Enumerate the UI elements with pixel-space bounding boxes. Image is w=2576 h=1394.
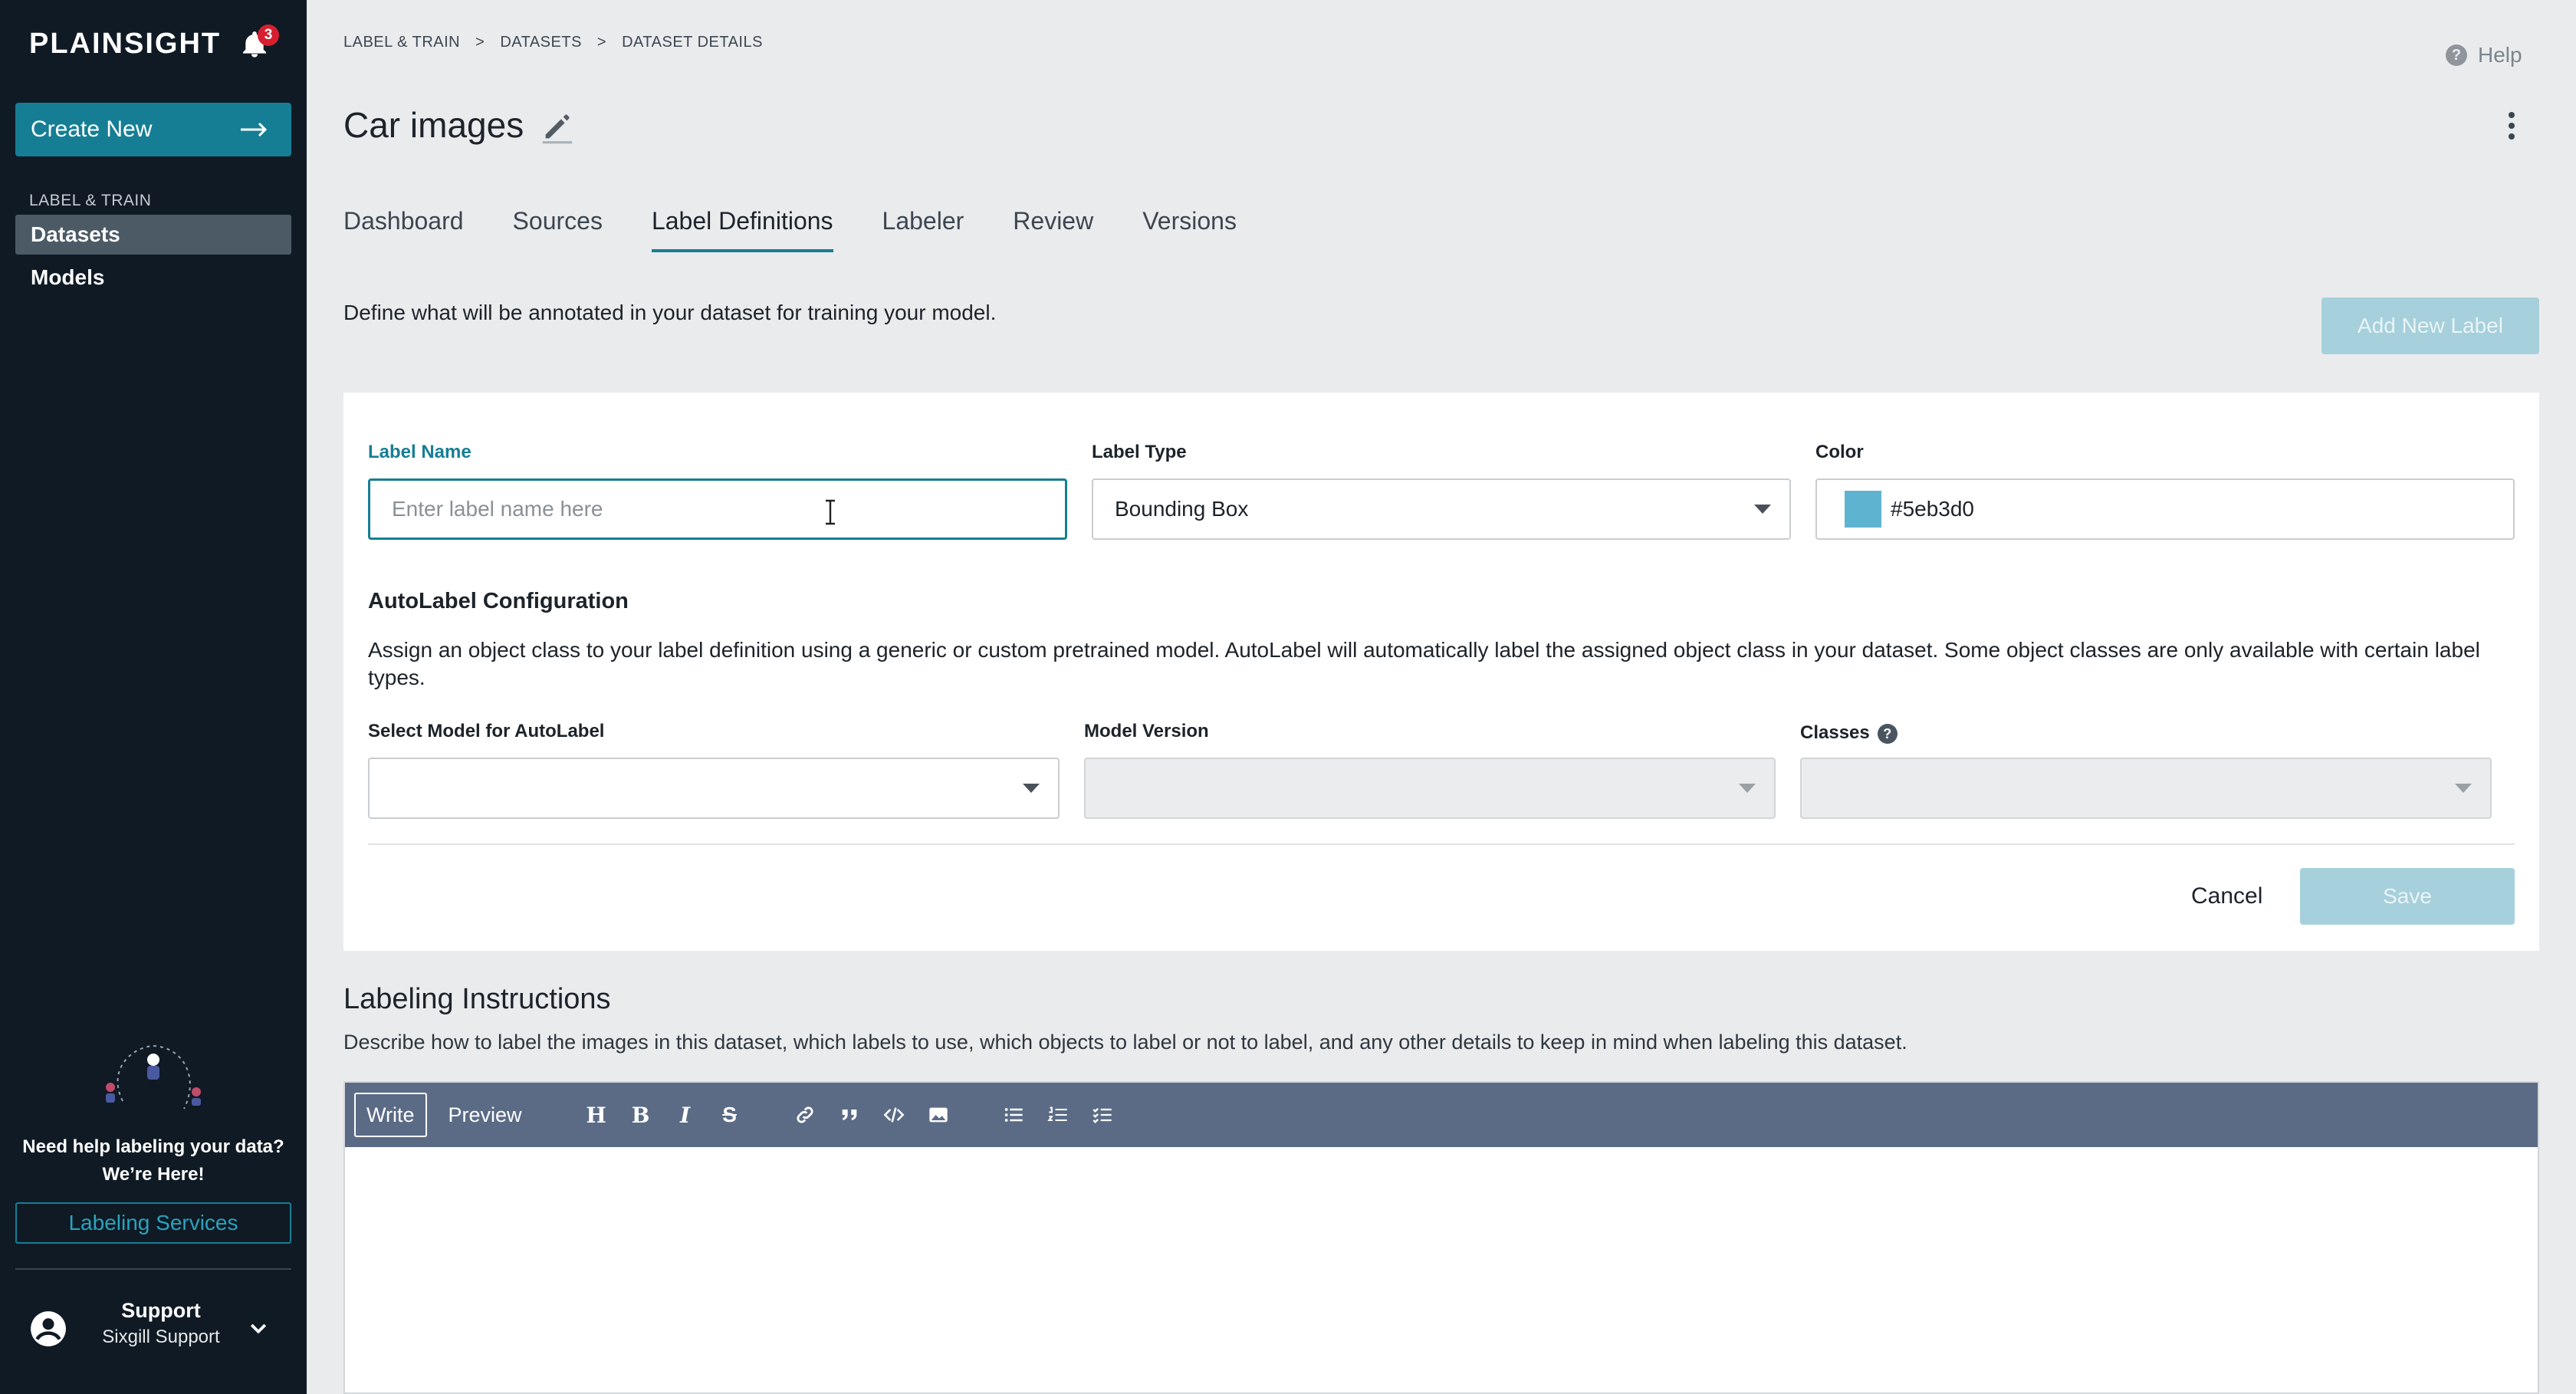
breadcrumb-item[interactable]: DATASETS <box>500 34 582 51</box>
user-org[interactable]: Sixgill Support <box>84 1327 238 1348</box>
image-icon[interactable] <box>920 1096 957 1133</box>
cancel-button[interactable]: Cancel <box>2191 883 2262 909</box>
bulleted-list-icon[interactable] <box>995 1096 1032 1133</box>
label-type-select[interactable]: Bounding Box <box>1092 478 1791 540</box>
create-new-label: Create New <box>31 117 153 142</box>
breadcrumb-item[interactable]: LABEL & TRAIN <box>343 34 460 51</box>
tab-review[interactable]: Review <box>1013 207 1093 252</box>
sidebar-item-models[interactable]: Models <box>15 258 291 298</box>
classes-dropdown <box>1800 758 2492 819</box>
color-label: Color <box>1815 442 1864 462</box>
page-title: Car images <box>343 105 524 145</box>
breadcrumb-separator: > <box>475 34 485 51</box>
question-help-icon[interactable]: ? <box>1877 723 1898 744</box>
help-text-line1: Need help labeling your data? <box>22 1136 284 1157</box>
add-new-label-button[interactable]: Add New Label <box>2321 298 2539 354</box>
sidebar-item-datasets[interactable]: Datasets <box>15 215 291 255</box>
model-version-dropdown <box>1084 758 1776 819</box>
help-text-line2: We’re Here! <box>102 1164 205 1185</box>
strikethrough-icon[interactable]: S <box>711 1096 748 1133</box>
more-options-icon[interactable] <box>2502 110 2521 141</box>
preview-tab[interactable]: Preview <box>438 1093 533 1137</box>
code-icon[interactable] <box>876 1096 912 1133</box>
breadcrumb-separator: > <box>596 34 607 51</box>
color-value: #5eb3d0 <box>1891 497 1975 521</box>
labeling-services-button[interactable]: Labeling Services <box>15 1202 291 1244</box>
write-tab[interactable]: Write <box>354 1093 427 1137</box>
label-name-input[interactable]: Enter label name here <box>368 478 1067 540</box>
tab-sources[interactable]: Sources <box>513 207 603 252</box>
dropdown-caret-icon <box>1739 784 1756 793</box>
create-new-button[interactable]: Create New <box>15 103 291 156</box>
breadcrumb: LABEL & TRAIN > DATASETS > DATASET DETAI… <box>343 34 763 51</box>
label-name-placeholder: Enter label name here <box>392 497 603 521</box>
help-link[interactable]: ? Help <box>2446 43 2522 67</box>
quote-icon[interactable] <box>831 1096 868 1133</box>
help-icon: ? <box>2446 44 2467 66</box>
label-type-label: Label Type <box>1092 442 1187 462</box>
label-name-label: Label Name <box>368 442 472 462</box>
classes-label: Classes <box>1800 722 1870 743</box>
help-illustration-icon <box>106 1045 201 1110</box>
task-list-icon[interactable] <box>1084 1096 1121 1133</box>
sidebar: PLAINSIGHT 3 Create New LABEL & TRAIN Da… <box>0 0 307 1394</box>
help-text: Need help labeling your data? We’re Here… <box>0 1133 307 1189</box>
arrow-right-icon <box>241 122 268 137</box>
link-icon[interactable] <box>787 1096 823 1133</box>
user-name[interactable]: Support <box>84 1299 238 1323</box>
heading-icon[interactable]: H <box>578 1096 615 1133</box>
italic-icon[interactable]: I <box>667 1096 704 1133</box>
instructions-description: Describe how to label the images in this… <box>343 1031 1907 1054</box>
numbered-list-icon[interactable] <box>1040 1096 1076 1133</box>
autolabel-description: Assign an object class to your label def… <box>368 638 2480 689</box>
sidebar-section-label: LABEL & TRAIN <box>29 192 152 209</box>
select-model-dropdown[interactable] <box>368 758 1060 819</box>
chevron-down-icon[interactable] <box>247 1317 270 1340</box>
tab-labeler[interactable]: Labeler <box>882 207 964 252</box>
breadcrumb-item-current: DATASET DETAILS <box>622 34 763 51</box>
tab-dashboard[interactable]: Dashboard <box>343 207 464 252</box>
model-version-label: Model Version <box>1084 721 1209 741</box>
pencil-edit-icon[interactable] <box>540 109 575 144</box>
label-definition-card: Label Name Enter label name here Label T… <box>343 393 2539 951</box>
bold-icon[interactable]: B <box>623 1096 659 1133</box>
save-button[interactable]: Save <box>2300 868 2515 925</box>
dropdown-caret-icon <box>1754 505 1771 514</box>
tab-versions[interactable]: Versions <box>1142 207 1237 252</box>
color-picker-input[interactable]: #5eb3d0 <box>1815 478 2515 540</box>
color-swatch[interactable] <box>1845 491 1881 528</box>
tab-label-definitions[interactable]: Label Definitions <box>651 207 833 252</box>
select-model-label: Select Model for AutoLabel <box>368 721 605 741</box>
brand-logo[interactable]: PLAINSIGHT <box>29 28 221 61</box>
classes-label-wrap: Classes? <box>1800 722 1898 744</box>
autolabel-title: AutoLabel Configuration <box>368 589 629 613</box>
dropdown-caret-icon <box>2455 784 2472 793</box>
instructions-editor[interactable]: Write Preview H B I S <box>343 1081 2539 1394</box>
user-avatar-icon[interactable] <box>29 1310 67 1348</box>
dropdown-caret-icon <box>1023 784 1040 793</box>
sidebar-divider <box>15 1268 291 1270</box>
text-cursor-icon <box>826 499 835 525</box>
instructions-title: Labeling Instructions <box>343 983 611 1015</box>
editor-toolbar: Write Preview H B I S <box>345 1083 2538 1147</box>
notification-badge: 3 <box>258 25 279 46</box>
card-divider <box>368 843 2515 845</box>
intro-text: Define what will be annotated in your da… <box>343 301 997 324</box>
help-label: Help <box>2478 43 2522 67</box>
tab-bar: Dashboard Sources Label Definitions Labe… <box>343 207 1286 252</box>
label-type-value: Bounding Box <box>1115 497 1249 521</box>
